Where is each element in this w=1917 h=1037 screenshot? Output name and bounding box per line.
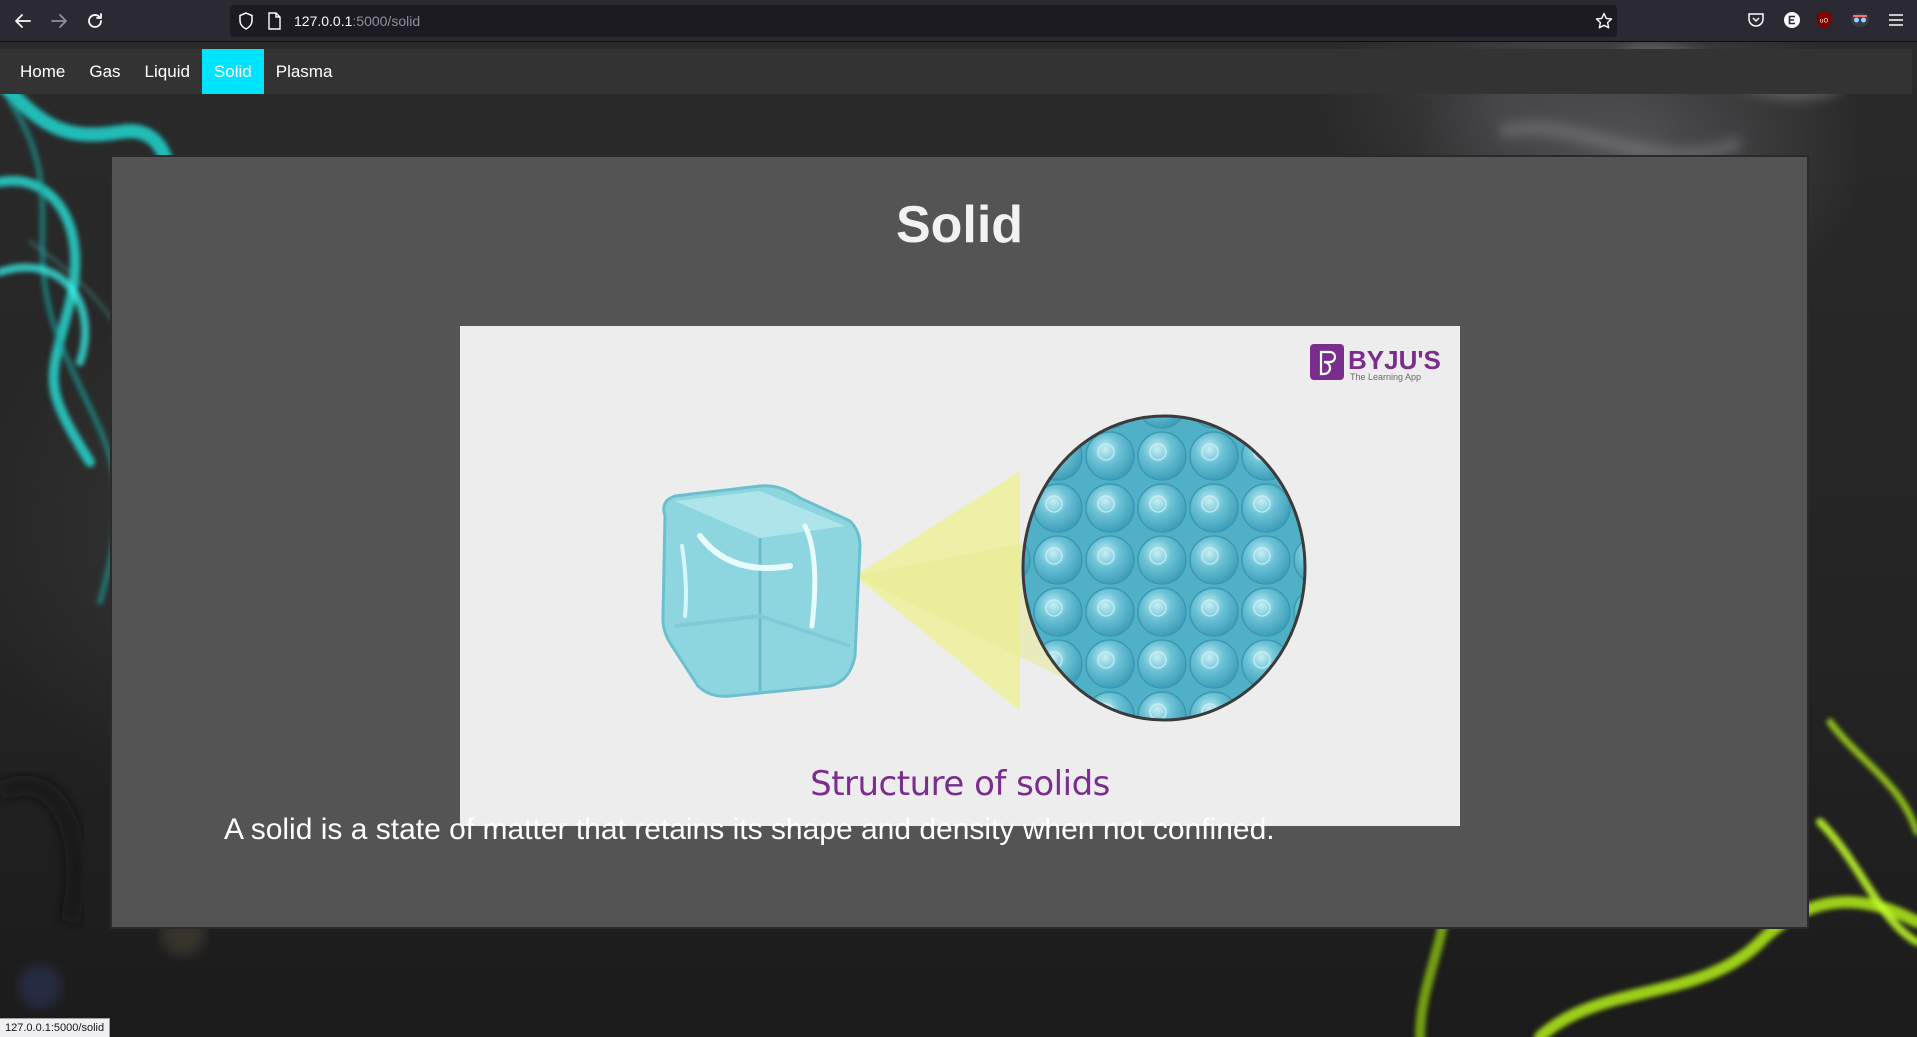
bookmark-star-icon[interactable] — [1595, 12, 1613, 35]
nav-link-plasma[interactable]: Plasma — [264, 49, 345, 94]
extension-mask-icon[interactable] — [1849, 9, 1871, 31]
page-viewport: Home Gas Liquid Solid Plasma Solid BYJU'… — [0, 42, 1917, 1037]
hamburger-menu-icon[interactable] — [1885, 9, 1907, 31]
particle-lattice-graphic — [1021, 414, 1307, 722]
page-icon — [267, 12, 281, 35]
status-url-tooltip: 127.0.0.1:5000/solid — [0, 1018, 111, 1037]
content-card: Solid BYJU'S The Learning App Structure … — [110, 155, 1809, 929]
nav-link-home[interactable]: Home — [0, 49, 77, 94]
extension-e-icon[interactable] — [1781, 9, 1803, 31]
nav-link-liquid[interactable]: Liquid — [133, 49, 202, 94]
url-host: 127.0.0.1 — [294, 13, 353, 29]
shield-icon[interactable] — [238, 12, 254, 35]
nav-link-solid[interactable]: Solid — [201, 49, 264, 94]
ublock-origin-icon[interactable]: uO — [1813, 9, 1835, 31]
url-text[interactable]: 127.0.0.1:5000/solid — [294, 13, 420, 29]
solid-structure-image: BYJU'S The Learning App Structure of sol… — [460, 326, 1460, 826]
pocket-icon[interactable] — [1745, 9, 1767, 31]
reload-icon[interactable] — [82, 8, 108, 34]
solid-structure-illustration: BYJU'S The Learning App — [661, 344, 1441, 722]
brand-tagline: The Learning App — [1350, 372, 1421, 382]
nav-link-gas[interactable]: Gas — [77, 49, 132, 94]
byjus-logo: BYJU'S The Learning App — [1310, 344, 1441, 382]
back-arrow-icon[interactable] — [10, 8, 36, 34]
brand-name: BYJU'S — [1348, 345, 1441, 375]
svg-text:uO: uO — [1820, 18, 1829, 25]
page-title: Solid — [895, 196, 1024, 254]
figure-caption: Structure of solids — [810, 764, 1110, 804]
description-text: A solid is a state of matter that retain… — [224, 813, 1275, 846]
site-nav: Home Gas Liquid Solid Plasma — [0, 49, 1912, 94]
address-bar[interactable]: 127.0.0.1:5000/solid — [230, 5, 1617, 37]
forward-arrow-icon[interactable] — [46, 8, 72, 34]
ice-cube-graphic — [661, 484, 862, 698]
browser-toolbar: 127.0.0.1:5000/solid uO — [0, 0, 1917, 42]
url-path: :5000/solid — [352, 13, 421, 29]
